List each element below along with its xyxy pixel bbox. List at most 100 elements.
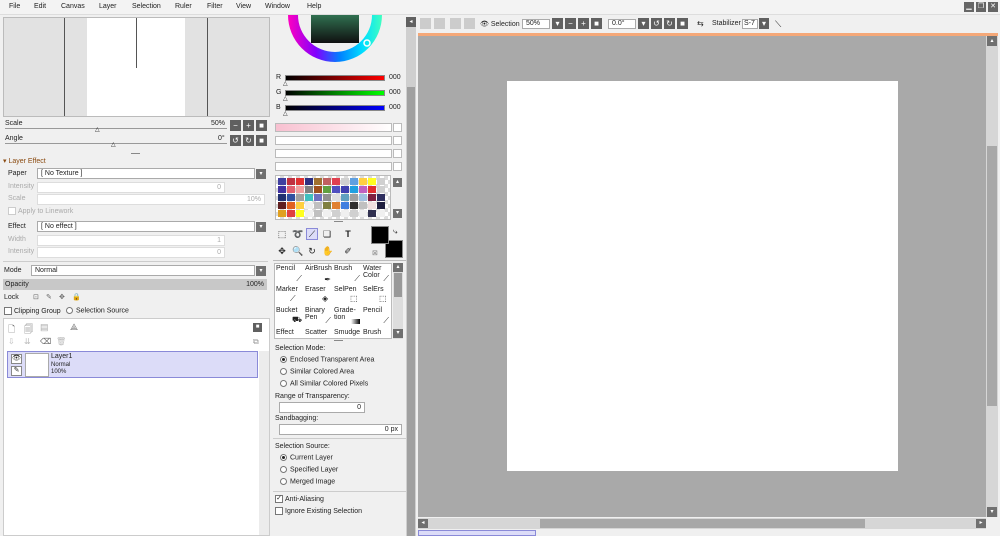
- text-tool-icon[interactable]: T: [342, 228, 354, 240]
- color-swatch[interactable]: [377, 202, 385, 209]
- color-swatch[interactable]: [377, 194, 385, 201]
- color-swatch[interactable]: [332, 186, 340, 193]
- zoom-reset-button[interactable]: ■: [256, 120, 267, 131]
- color-swatch[interactable]: [296, 202, 304, 209]
- brush-brush[interactable]: Brush ⟋: [334, 265, 362, 285]
- color-swatch[interactable]: [287, 210, 295, 217]
- color-swatch[interactable]: [332, 210, 340, 217]
- color-swatch[interactable]: [305, 210, 313, 217]
- color-swatch[interactable]: [359, 186, 367, 193]
- toolbar-slot[interactable]: [434, 18, 445, 29]
- paper-scale-slider[interactable]: 10%: [37, 194, 265, 205]
- anti-aliasing-checkbox[interactable]: ✓ Anti-Aliasing: [275, 495, 324, 503]
- palette-scroll-up-icon[interactable]: ▴: [393, 178, 402, 187]
- color-swatch[interactable]: [359, 210, 367, 217]
- splitter-grip[interactable]: [131, 153, 140, 154]
- canvas-tab[interactable]: [418, 530, 536, 536]
- color-mix-bar-2[interactable]: [275, 136, 392, 145]
- angle-slider[interactable]: [5, 143, 227, 144]
- color-swatch[interactable]: [368, 178, 376, 185]
- source-merged-radio[interactable]: Merged Image: [280, 478, 335, 485]
- brush-gradation[interactable]: Grade- tion: [334, 307, 362, 327]
- brush-airbrush[interactable]: AirBrush ✒: [305, 265, 333, 285]
- brush-scroll-down-icon[interactable]: ▾: [393, 329, 403, 338]
- delete-layer-icon[interactable]: 🗑: [56, 337, 66, 346]
- zoom-out-button[interactable]: −: [230, 120, 241, 131]
- color-swatch[interactable]: [350, 194, 358, 201]
- new-folder-icon[interactable]: ▤: [40, 322, 49, 333]
- eye-icon[interactable]: 👁: [11, 354, 22, 364]
- palette-scroll-down-icon[interactable]: ▾: [393, 209, 402, 218]
- splitter-grip[interactable]: [334, 221, 343, 222]
- apply-linework-checkbox[interactable]: Apply to Linework: [8, 207, 73, 215]
- scroll-up-icon[interactable]: ▴: [987, 36, 997, 46]
- source-specified-radio[interactable]: Specified Layer: [280, 466, 338, 473]
- selection-source-checkbox[interactable]: Selection Source: [66, 307, 129, 314]
- brush-scatter[interactable]: Scatter: [305, 328, 333, 339]
- color-swatch[interactable]: [305, 194, 313, 201]
- transfer-down-icon[interactable]: ⇩: [8, 337, 15, 346]
- layer-effect-icon[interactable]: ⟁: [70, 322, 78, 333]
- restore-icon[interactable]: ❐: [976, 2, 986, 12]
- brush-marker[interactable]: Marker ⟋: [276, 286, 304, 306]
- menu-window[interactable]: Window: [265, 3, 290, 10]
- scale-slider[interactable]: [5, 128, 227, 129]
- color-swatch[interactable]: [332, 202, 340, 209]
- brush-scroll-thumb[interactable]: [394, 273, 402, 297]
- color-swatch[interactable]: [314, 178, 322, 185]
- brush-pencil-2[interactable]: Pencil ⟋: [363, 307, 391, 327]
- color-swatch[interactable]: [332, 194, 340, 201]
- color-swatch[interactable]: [377, 178, 385, 185]
- color-swatch[interactable]: [296, 210, 304, 217]
- blue-slider[interactable]: [285, 105, 385, 111]
- color-swatch[interactable]: [341, 194, 349, 201]
- brush-watercolor[interactable]: Water Color ⟋: [363, 265, 391, 285]
- color-mix-swatch-3[interactable]: [393, 149, 402, 158]
- layer-effect-header[interactable]: ▾ Layer Effect: [3, 157, 46, 165]
- mode-dropdown-icon[interactable]: ▾: [256, 266, 266, 276]
- color-swatch[interactable]: [278, 186, 286, 193]
- middle-scrollbar[interactable]: ◂: [406, 17, 416, 536]
- color-swatch[interactable]: [323, 202, 331, 209]
- color-mix-swatch-4[interactable]: [393, 162, 402, 171]
- paper-dropdown-icon[interactable]: ▾: [256, 169, 266, 179]
- scroll-left-icon[interactable]: ◂: [418, 519, 428, 528]
- move-icon[interactable]: ✥: [276, 245, 288, 257]
- opacity-slider[interactable]: Opacity 100%: [3, 279, 267, 290]
- green-slider[interactable]: [285, 90, 385, 96]
- lock-move-icon[interactable]: ✥: [59, 293, 65, 301]
- color-swatch[interactable]: [314, 210, 322, 217]
- selection-visibility-toggle[interactable]: 👁 Selection: [480, 20, 520, 28]
- foreground-color[interactable]: [371, 226, 389, 244]
- mode-enclosed-radio[interactable]: Enclosed Transparent Area: [280, 356, 374, 363]
- color-swatch[interactable]: [350, 178, 358, 185]
- ignore-selection-checkbox[interactable]: Ignore Existing Selection: [275, 507, 362, 515]
- color-swatch[interactable]: [341, 210, 349, 217]
- red-value[interactable]: 000: [389, 74, 401, 81]
- color-swatch[interactable]: [323, 186, 331, 193]
- canvas-hscroll[interactable]: ◂ ▸: [418, 518, 986, 529]
- color-swatch[interactable]: [305, 186, 313, 193]
- zoom-dropdown-icon[interactable]: ▾: [552, 18, 563, 29]
- layer-scrollbar[interactable]: [259, 351, 269, 535]
- color-swatch[interactable]: [350, 202, 358, 209]
- color-mix-bar[interactable]: [275, 123, 392, 132]
- red-slider[interactable]: [285, 75, 385, 81]
- color-swatch[interactable]: [287, 194, 295, 201]
- pen-icon[interactable]: ✎: [11, 366, 22, 376]
- effect-dropdown-icon[interactable]: ▾: [256, 222, 266, 232]
- color-swatch[interactable]: [359, 178, 367, 185]
- lock-transparency-icon[interactable]: ⊡: [33, 293, 39, 301]
- source-current-radio[interactable]: Current Layer: [280, 454, 333, 461]
- menu-layer[interactable]: Layer: [99, 3, 117, 10]
- brush-pencil[interactable]: Pencil ⟋: [276, 265, 304, 285]
- rotate-left-button[interactable]: ↺: [230, 135, 241, 146]
- layer-row[interactable]: 👁 ✎ Layer1 Normal 100%: [7, 351, 258, 378]
- menu-edit[interactable]: Edit: [34, 3, 46, 10]
- color-swatch[interactable]: [323, 210, 331, 217]
- color-swatch[interactable]: [314, 194, 322, 201]
- color-swatch[interactable]: [350, 210, 358, 217]
- color-swatch[interactable]: [341, 178, 349, 185]
- rect-select-icon[interactable]: ⬚: [276, 228, 288, 240]
- color-swatch[interactable]: [287, 178, 295, 185]
